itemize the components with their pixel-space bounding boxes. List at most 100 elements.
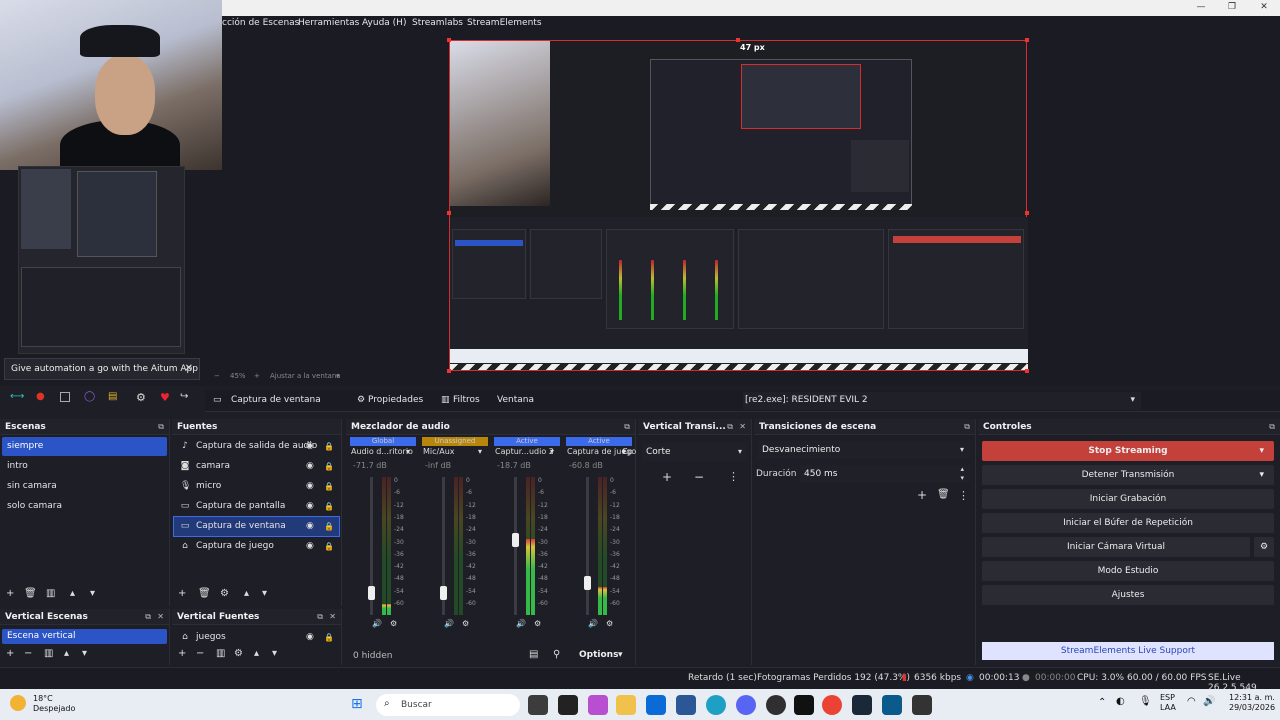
add-icon[interactable]: + — [178, 648, 186, 659]
move-up-icon[interactable]: ▴ — [254, 648, 259, 659]
scene-item-siempre[interactable]: siempre — [2, 437, 167, 456]
zoom-in-icon[interactable]: + — [254, 372, 260, 380]
task-view-icon[interactable] — [528, 695, 548, 715]
eye-icon[interactable]: ◉ — [306, 632, 317, 643]
lock-icon[interactable]: 🔒 — [324, 461, 334, 472]
epic-games-icon[interactable] — [558, 695, 578, 715]
close-icon[interactable]: ✕ — [185, 363, 193, 374]
app-2-icon[interactable] — [882, 695, 902, 715]
duration-input[interactable]: 450 ms ▴ ▾ — [800, 465, 970, 483]
discord-icon[interactable] — [736, 695, 756, 715]
layout-icon[interactable]: ▤ — [529, 649, 538, 660]
menu-tools[interactable]: Herramientas — [298, 18, 359, 28]
keyboard-layout[interactable]: LAA — [1160, 703, 1176, 712]
virtual-camera-settings[interactable]: ⚙ — [1254, 537, 1274, 557]
more-icon[interactable]: ⋮ — [728, 470, 739, 483]
options-button[interactable]: Options — [579, 650, 618, 660]
lock-icon[interactable]: 🔒 — [324, 632, 334, 643]
scene-item-solo-camara[interactable]: solo camara — [2, 497, 167, 516]
move-up-icon[interactable]: ▴ — [244, 588, 249, 599]
add-icon[interactable]: + — [662, 470, 672, 484]
eye-icon[interactable]: ◉ — [306, 461, 317, 472]
move-up-icon[interactable]: ▴ — [64, 648, 69, 659]
start-virtual-camera-button[interactable]: Iniciar Cámara Virtual — [982, 537, 1250, 557]
add-icon[interactable]: + — [6, 648, 14, 659]
eye-icon[interactable]: ◉ — [306, 441, 317, 452]
chevron-down-icon[interactable]: ▾ — [618, 650, 623, 660]
chevron-down-icon[interactable]: ▾ — [1259, 441, 1264, 461]
zoom-out-icon[interactable]: − — [214, 372, 220, 380]
resize-handle-t[interactable] — [736, 38, 740, 42]
eye-icon[interactable]: ◉ — [306, 501, 317, 512]
windows-start-icon[interactable]: ⊞ — [351, 696, 363, 712]
filters-button[interactable]: Filtros — [453, 395, 480, 405]
undock-icon[interactable]: ⧉ — [145, 612, 151, 622]
edge-icon[interactable] — [706, 695, 726, 715]
undock-icon[interactable]: ⧉ — [964, 422, 970, 432]
trash-icon[interactable]: 🗑 — [937, 489, 950, 500]
lock-icon[interactable]: 🔒 — [324, 441, 334, 452]
start-recording-button[interactable]: Iniciar Grabación — [982, 489, 1274, 509]
undock-icon[interactable]: ⧉ — [1269, 422, 1275, 432]
obs-icon[interactable] — [766, 695, 786, 715]
capcut-icon[interactable] — [794, 695, 814, 715]
gear-icon[interactable]: ⚙ — [357, 395, 365, 405]
properties-button[interactable]: Propiedades — [368, 395, 423, 405]
remove-icon[interactable]: − — [694, 470, 704, 484]
settings-button[interactable]: Ajustes — [982, 585, 1274, 605]
store-icon[interactable] — [646, 695, 666, 715]
steam-icon[interactable] — [852, 695, 872, 715]
mute-speaker-icon[interactable]: 🔊 — [516, 619, 526, 628]
remove-icon[interactable]: − — [24, 648, 32, 659]
chevron-down-icon[interactable]: ▾ — [336, 372, 340, 380]
gear-icon[interactable]: ⚙ — [534, 619, 541, 628]
source-item[interactable]: ◙ camara ◉ 🔒 — [174, 457, 339, 476]
add-icon[interactable]: + — [917, 488, 927, 502]
volume-fader-track[interactable] — [586, 477, 589, 615]
gear-icon[interactable]: ⚙ — [462, 619, 469, 628]
undock-icon[interactable]: ⧉ — [727, 422, 733, 432]
volume-icon[interactable]: 🔊 — [1203, 696, 1215, 707]
clock-date[interactable]: 29/03/2026 — [1229, 703, 1275, 712]
menu-scene-collection[interactable]: cción de Escenas — [222, 18, 299, 28]
undock-icon[interactable]: ⧉ — [158, 422, 164, 432]
heart-icon[interactable]: ♥ — [160, 391, 172, 404]
resize-handle-tl[interactable] — [447, 38, 451, 42]
chevron-down-icon[interactable]: ▾ — [406, 447, 410, 456]
chrome-icon[interactable] — [822, 695, 842, 715]
tray-app-icon[interactable]: ◐ — [1116, 696, 1125, 707]
microphone-icon[interactable]: 🎙 — [1139, 696, 1152, 707]
transition-select[interactable]: Desvanecimiento ▾ — [758, 441, 970, 459]
tray-chevron-icon[interactable]: ⌃ — [1098, 697, 1106, 708]
add-scene-icon[interactable]: + — [6, 588, 14, 599]
lock-icon[interactable]: 🔒 — [324, 521, 334, 532]
more-icon[interactable]: ⋮ — [958, 489, 969, 502]
add-source-icon[interactable]: + — [178, 588, 186, 599]
app-icon[interactable] — [676, 695, 696, 715]
move-down-icon[interactable]: ▾ — [90, 588, 95, 599]
scene-item-sin-camara[interactable]: sin camara — [2, 477, 167, 496]
remove-icon[interactable]: − — [196, 648, 204, 659]
start-replay-buffer-button[interactable]: Iniciar el Búfer de Repetición — [982, 513, 1274, 533]
volume-fader-knob[interactable] — [368, 586, 375, 600]
volume-fader-knob[interactable] — [512, 533, 519, 547]
studio-mode-button[interactable]: Modo Estudio — [982, 561, 1274, 581]
vertical-scene-item[interactable]: Escena vertical — [2, 629, 167, 644]
resize-handle-br[interactable] — [1025, 369, 1029, 373]
taskbar-search[interactable]: ⌕ Buscar — [376, 694, 520, 716]
mute-speaker-icon[interactable]: 🔊 — [372, 619, 382, 628]
folder-icon[interactable]: ▤ — [108, 391, 120, 403]
close-icon[interactable]: ✕ — [739, 422, 746, 431]
resize-handle-l[interactable] — [447, 211, 451, 215]
source-item-selected[interactable]: ▭ Captura de ventana ◉ 🔒 — [173, 516, 340, 537]
lock-icon[interactable]: 🔒 — [324, 541, 334, 552]
gear-icon[interactable]: ⚙ — [136, 391, 148, 404]
trash-icon[interactable]: 🗑 — [198, 588, 211, 599]
gear-icon[interactable]: ⚙ — [606, 619, 613, 628]
fit-to-window[interactable]: Ajustar a la ventana — [270, 372, 341, 380]
move-up-icon[interactable]: ▴ — [70, 588, 75, 599]
app-3-icon[interactable] — [912, 695, 932, 715]
gear-icon[interactable]: ⚙ — [234, 648, 243, 659]
file-explorer-icon[interactable] — [616, 695, 636, 715]
language-code[interactable]: ESP — [1160, 693, 1175, 702]
